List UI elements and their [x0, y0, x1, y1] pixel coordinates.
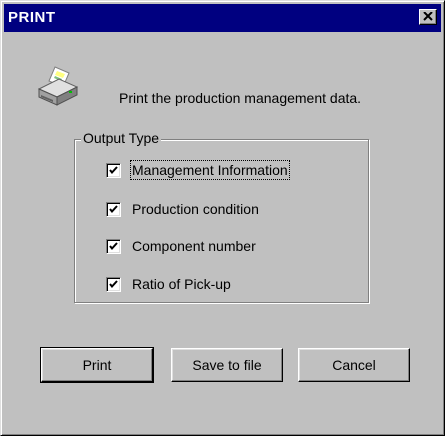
checkmark-icon	[109, 166, 118, 175]
print-dialog: PRINT Print the production management da…	[0, 0, 445, 436]
checkmark-icon	[109, 242, 118, 251]
instruction-message: Print the production management data.	[119, 90, 362, 106]
printer-icon	[35, 65, 81, 109]
checkbox-label[interactable]: Management Information	[130, 160, 290, 180]
output-type-legend: Output Type	[81, 130, 162, 146]
cancel-button[interactable]: Cancel	[298, 348, 410, 382]
checkbox-label[interactable]: Component number	[132, 238, 256, 254]
checkbox-label[interactable]: Production condition	[132, 201, 259, 217]
checkmark-icon	[109, 205, 118, 214]
checkbox-box[interactable]	[106, 239, 121, 254]
print-button[interactable]: Print	[40, 347, 154, 383]
checkbox-box[interactable]	[106, 163, 121, 178]
close-button[interactable]	[419, 9, 437, 25]
checkmark-icon	[109, 280, 118, 289]
title-bar[interactable]: PRINT	[4, 4, 441, 32]
window-title: PRINT	[8, 9, 56, 26]
checkbox-label[interactable]: Ratio of Pick-up	[132, 276, 231, 292]
save-to-file-button[interactable]: Save to file	[171, 348, 283, 382]
checkbox-box[interactable]	[106, 202, 121, 217]
checkbox-box[interactable]	[106, 277, 121, 292]
